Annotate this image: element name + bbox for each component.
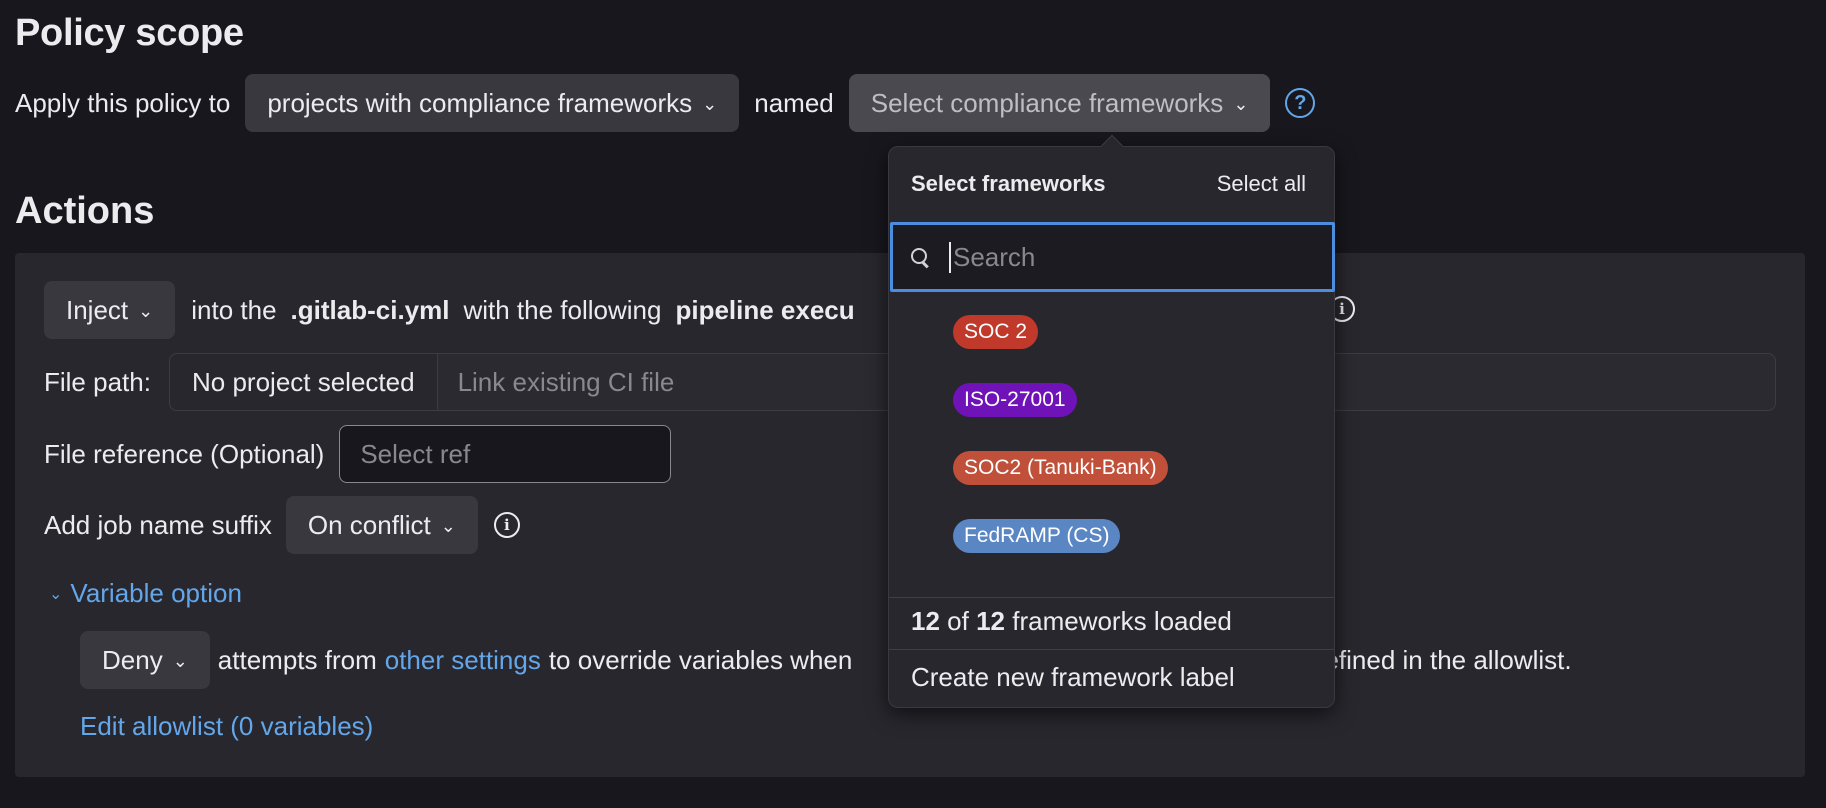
pipeline-execution-text: pipeline execu <box>675 294 855 325</box>
apply-label: Apply this policy to <box>15 87 231 118</box>
attempts-from-text: attempts from <box>217 644 377 675</box>
ci-file-name: .gitlab-ci.yml <box>290 294 450 325</box>
into-the-text: into the <box>191 294 277 325</box>
count-suffix-text: frameworks loaded <box>1012 606 1232 636</box>
create-framework-label-button[interactable]: Create new framework label <box>911 662 1235 693</box>
suffix-dropdown-label: On conflict <box>307 509 431 540</box>
chevron-down-icon: ⌄ <box>138 300 154 321</box>
count-of-text: of <box>947 606 969 636</box>
policy-scope-heading: Policy scope <box>15 12 244 54</box>
dropdown-caret <box>1100 134 1124 158</box>
edit-allowlist-link[interactable]: Edit allowlist (0 variables) <box>80 711 373 742</box>
link-ci-file-input[interactable]: Link existing CI file <box>438 367 675 398</box>
deny-label: Deny <box>102 644 163 675</box>
variable-option-toggle[interactable]: ⌄ Variable option <box>49 578 242 609</box>
file-ref-label: File reference (Optional) <box>44 438 325 469</box>
info-icon[interactable]: i <box>493 512 520 538</box>
framework-select-dropdown[interactable]: Select compliance frameworks ⌄ <box>848 74 1271 132</box>
dropdown-header: Select frameworks Select all <box>911 171 1306 197</box>
chevron-down-icon: ⌄ <box>440 515 456 536</box>
inject-dropdown[interactable]: Inject ⌄ <box>44 281 176 339</box>
framework-select-label: Select compliance frameworks <box>870 87 1224 118</box>
override-text: to override variables when <box>548 644 853 675</box>
select-all-button[interactable]: Select all <box>1217 171 1306 197</box>
framework-dropdown-menu: Select frameworks Select all SOC 2 ISO-2… <box>888 134 1335 708</box>
chevron-down-icon: ⌄ <box>172 650 188 671</box>
actions-heading: Actions <box>15 190 155 232</box>
framework-search-box <box>890 222 1335 292</box>
with-following-text: with the following <box>463 294 662 325</box>
named-label: named <box>754 87 834 118</box>
divider <box>889 597 1334 598</box>
framework-badge-soc2[interactable]: SOC 2 <box>953 315 1039 349</box>
page: Policy scope Apply this policy to projec… <box>0 0 1826 808</box>
select-ref-input[interactable]: Select ref <box>339 425 672 483</box>
suffix-row: Add job name suffix On conflict ⌄ i <box>44 496 520 554</box>
deny-row: Deny ⌄ attempts from other settings to o… <box>80 631 1572 689</box>
allowlist-text: defined in the allowlist. <box>1310 644 1572 675</box>
file-path-label: File path: <box>44 366 151 397</box>
suffix-dropdown[interactable]: On conflict ⌄ <box>285 496 478 554</box>
help-icon[interactable]: ? <box>1285 88 1316 118</box>
scope-type-label: projects with compliance frameworks <box>267 87 693 118</box>
variable-option-label: Variable option <box>70 578 242 608</box>
other-settings-link[interactable]: other settings <box>385 645 541 676</box>
search-icon <box>911 248 929 266</box>
framework-search-input[interactable] <box>949 241 1279 273</box>
inject-row: Inject ⌄ into the .gitlab-ci.yml with th… <box>44 281 855 339</box>
file-ref-row: File reference (Optional) Select ref <box>44 425 672 483</box>
project-select-button[interactable]: No project selected <box>170 354 438 410</box>
suffix-label: Add job name suffix <box>44 509 272 540</box>
deny-dropdown[interactable]: Deny ⌄ <box>80 631 210 689</box>
loaded-count: 12 <box>911 606 940 636</box>
framework-badge-fedramp[interactable]: FedRAMP (CS) <box>953 519 1121 553</box>
scope-type-dropdown[interactable]: projects with compliance frameworks ⌄ <box>245 74 740 132</box>
scope-row: Apply this policy to projects with compl… <box>15 74 1316 132</box>
inject-label: Inject <box>66 294 129 325</box>
framework-badge-soc2-tanuki[interactable]: SOC2 (Tanuki-Bank) <box>953 451 1168 485</box>
dropdown-title: Select frameworks <box>911 171 1106 196</box>
divider <box>889 649 1334 650</box>
chevron-down-icon: ⌄ <box>1233 93 1249 114</box>
framework-badge-iso27001[interactable]: ISO-27001 <box>953 383 1077 417</box>
chevron-down-icon: ⌄ <box>49 585 63 603</box>
chevron-down-icon: ⌄ <box>702 93 718 114</box>
total-count: 12 <box>976 606 1005 636</box>
frameworks-loaded-count: 12 of 12 frameworks loaded <box>911 606 1232 637</box>
